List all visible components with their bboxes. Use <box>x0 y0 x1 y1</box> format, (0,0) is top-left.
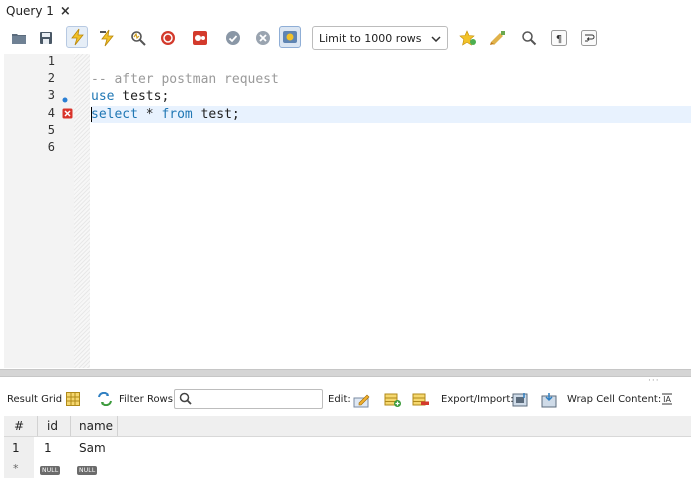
cell-name[interactable]: Sam <box>79 441 106 455</box>
new-row-marker: * <box>13 462 19 475</box>
chevron-down-icon <box>431 32 441 45</box>
export-import-label: Export/Import: <box>441 394 514 405</box>
sql-keyword-from: from <box>161 107 193 122</box>
text-cursor <box>91 107 92 122</box>
tab-query-1[interactable]: Query 1 × <box>0 0 77 22</box>
code-line-2: -- after postman request <box>91 71 279 88</box>
sql-keyword-select: select <box>91 107 138 122</box>
new-row[interactable]: * NULL NULL <box>4 458 691 478</box>
insert-row-icon[interactable] <box>384 392 401 408</box>
filter-rows-input[interactable] <box>174 389 323 409</box>
execute-icon[interactable] <box>66 26 88 48</box>
null-cell-name[interactable]: NULL <box>77 461 98 475</box>
line-number: 6 <box>47 140 55 154</box>
row-header <box>4 458 34 478</box>
invisibles-icon[interactable]: ¶ <box>548 27 570 49</box>
info-marker-icon <box>62 92 68 106</box>
column-separator <box>117 416 118 436</box>
line-number: 1 <box>47 54 55 68</box>
rollback-icon[interactable] <box>252 27 274 49</box>
column-header-rownum[interactable]: # <box>14 419 24 433</box>
close-tab-icon[interactable]: × <box>60 4 71 19</box>
null-badge: NULL <box>77 466 98 475</box>
result-toolbar: Result Grid Filter Rows: Edit: Export/Im… <box>0 386 691 414</box>
search-icon <box>179 392 192 408</box>
svg-text:¶: ¶ <box>556 34 562 45</box>
find-icon[interactable] <box>518 27 540 49</box>
sql-table-name: test; <box>192 107 240 122</box>
limit-rows-value: Limit to 1000 rows <box>319 31 422 45</box>
limit-rows-select[interactable]: Limit to 1000 rows <box>312 26 448 50</box>
column-header-name[interactable]: name <box>79 419 113 433</box>
panel-splitter[interactable] <box>0 369 691 377</box>
open-folder-icon[interactable] <box>8 27 30 49</box>
grid-header: # id name <box>4 416 691 437</box>
line-number: 5 <box>47 123 55 137</box>
sql-keyword-use: use <box>91 89 115 104</box>
code-line-4: select * from test; <box>91 106 240 123</box>
wrap-lines-icon[interactable] <box>578 27 600 49</box>
line-number: 4 <box>47 106 55 120</box>
add-snippet-icon[interactable] <box>457 27 479 49</box>
filter-rows-icon[interactable] <box>97 391 113 408</box>
execute-current-icon[interactable] <box>96 27 118 49</box>
delete-row-icon[interactable] <box>412 392 429 408</box>
edit-label: Edit: <box>328 394 351 405</box>
wrap-cell-icon[interactable]: IA <box>660 392 676 408</box>
grid-view-icon[interactable] <box>66 392 82 408</box>
sql-star: * <box>137 107 162 122</box>
tab-bar: Query 1 × <box>0 0 691 23</box>
sql-comment: -- after postman request <box>91 72 279 87</box>
table-row[interactable]: 1 1 Sam <box>4 437 691 458</box>
stop-icon[interactable] <box>157 27 179 49</box>
column-header-id[interactable]: id <box>47 419 58 433</box>
null-cell-id[interactable]: NULL <box>40 461 61 475</box>
null-badge: NULL <box>40 466 61 475</box>
export-icon[interactable] <box>512 392 528 408</box>
import-icon[interactable] <box>541 392 557 408</box>
toggle-error-icon[interactable] <box>189 27 211 49</box>
beautify-icon[interactable] <box>487 27 509 49</box>
tab-title: Query 1 <box>6 4 54 18</box>
wrap-cell-label: Wrap Cell Content: <box>567 394 662 405</box>
autocommit-icon[interactable] <box>279 26 301 48</box>
error-marker-icon[interactable] <box>62 108 73 122</box>
svg-text:IA: IA <box>663 395 671 404</box>
commit-icon[interactable] <box>222 27 244 49</box>
edit-row-icon[interactable] <box>353 392 370 408</box>
save-icon[interactable] <box>35 27 57 49</box>
splitter-grip[interactable]: ··· <box>648 376 660 386</box>
column-separator <box>37 416 38 436</box>
line-number: 3 <box>47 88 55 102</box>
explain-icon[interactable] <box>127 27 149 49</box>
code-line-3: use tests; <box>91 88 169 105</box>
sql-schema-name: tests; <box>114 89 170 104</box>
filter-rows-label: Filter Rows: <box>119 394 177 405</box>
line-number: 2 <box>47 71 55 85</box>
result-grid-label[interactable]: Result Grid <box>7 394 62 405</box>
row-number: 1 <box>12 441 20 455</box>
cell-id[interactable]: 1 <box>44 441 52 455</box>
fold-margin <box>74 54 90 368</box>
column-separator <box>70 416 71 436</box>
sql-editor[interactable]: 1 2 3 4 5 6 -- after postman request use… <box>0 54 691 368</box>
